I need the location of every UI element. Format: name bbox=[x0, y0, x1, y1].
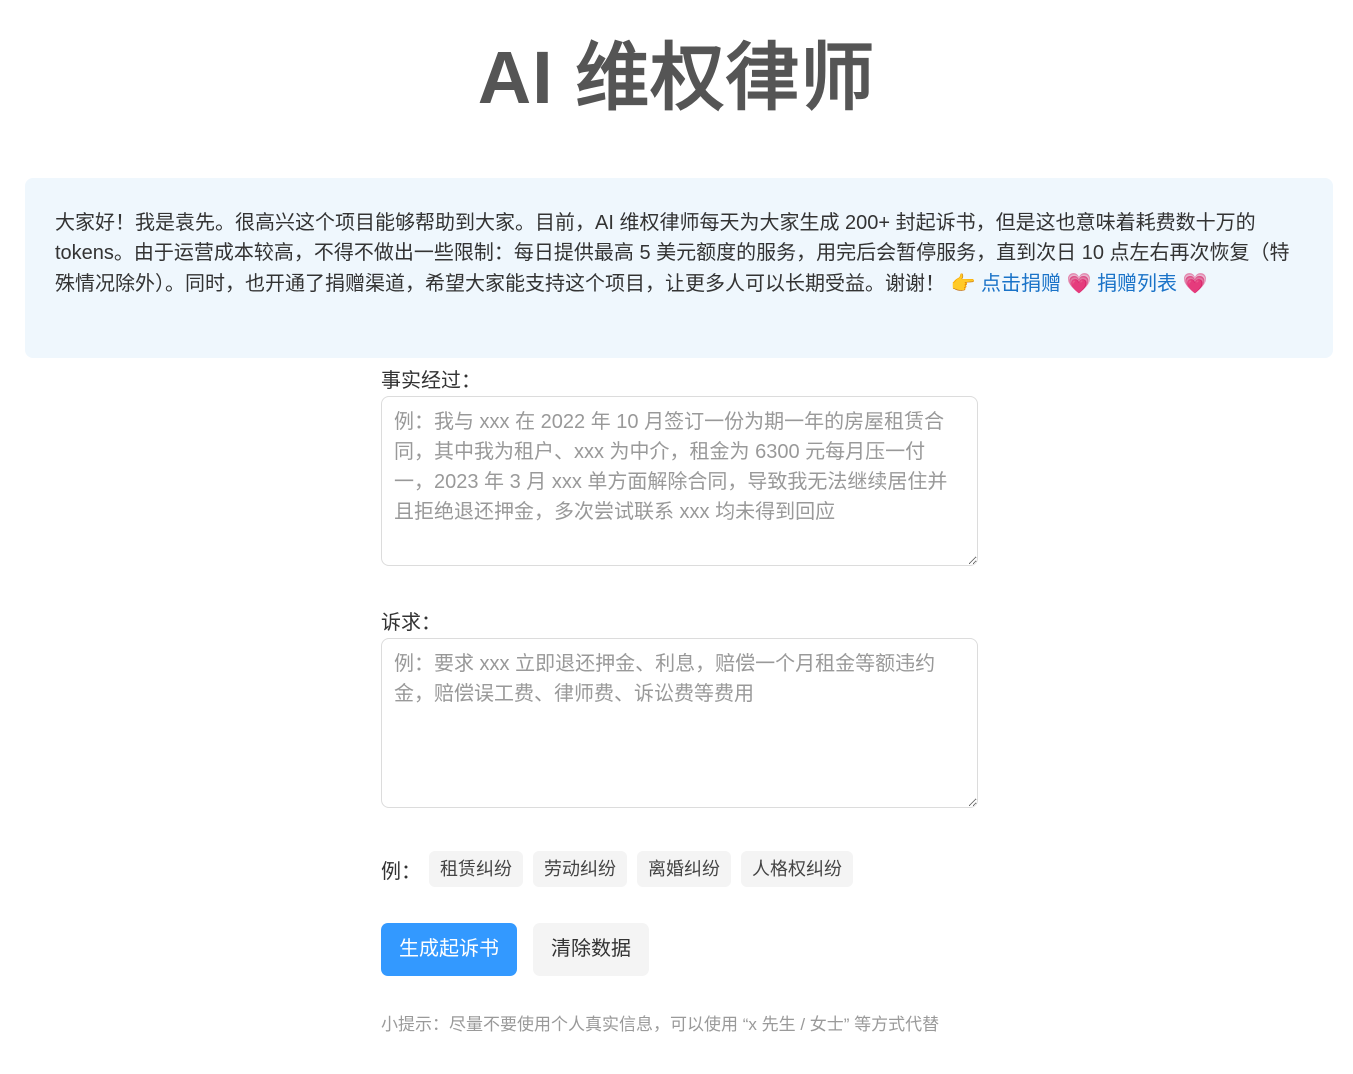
donate-link[interactable]: 点击捐赠 bbox=[981, 273, 1061, 295]
donor-list-link[interactable]: 捐赠列表 bbox=[1097, 273, 1177, 295]
action-buttons: 生成起诉书 清除数据 bbox=[381, 923, 649, 976]
facts-input[interactable] bbox=[381, 396, 978, 566]
donation-notice: 大家好！我是袁先。很高兴这个项目能够帮助到大家。目前，AI 维权律师每天为大家生… bbox=[25, 178, 1333, 358]
pointing-hand-icon: 👉 bbox=[950, 271, 976, 295]
example-tag-labor[interactable]: 劳动纠纷 bbox=[533, 851, 627, 887]
clear-data-button[interactable]: 清除数据 bbox=[533, 923, 649, 976]
claims-input[interactable] bbox=[381, 638, 978, 808]
example-tag-personality-rights[interactable]: 人格权纠纷 bbox=[741, 851, 853, 887]
example-tag-divorce[interactable]: 离婚纠纷 bbox=[637, 851, 731, 887]
page-title: AI 维权律师 bbox=[477, 36, 876, 119]
heart-icon: 💗 bbox=[1066, 271, 1092, 295]
example-tag-rental[interactable]: 租赁纠纷 bbox=[429, 851, 523, 887]
facts-label: 事实经过： bbox=[381, 370, 481, 392]
privacy-tip: 小提示：尽量不要使用个人真实信息，可以使用 “x 先生 / 女士” 等方式代替 bbox=[381, 1015, 940, 1034]
examples-label: 例： bbox=[381, 860, 421, 883]
heart-icon: 💗 bbox=[1182, 271, 1208, 295]
claims-label: 诉求： bbox=[381, 612, 441, 634]
example-tags: 例： 租赁纠纷 劳动纠纷 离婚纠纷 人格权纠纷 bbox=[381, 851, 863, 887]
generate-complaint-button[interactable]: 生成起诉书 bbox=[381, 923, 517, 976]
complaint-form: 事实经过： 诉求： bbox=[381, 366, 978, 808]
